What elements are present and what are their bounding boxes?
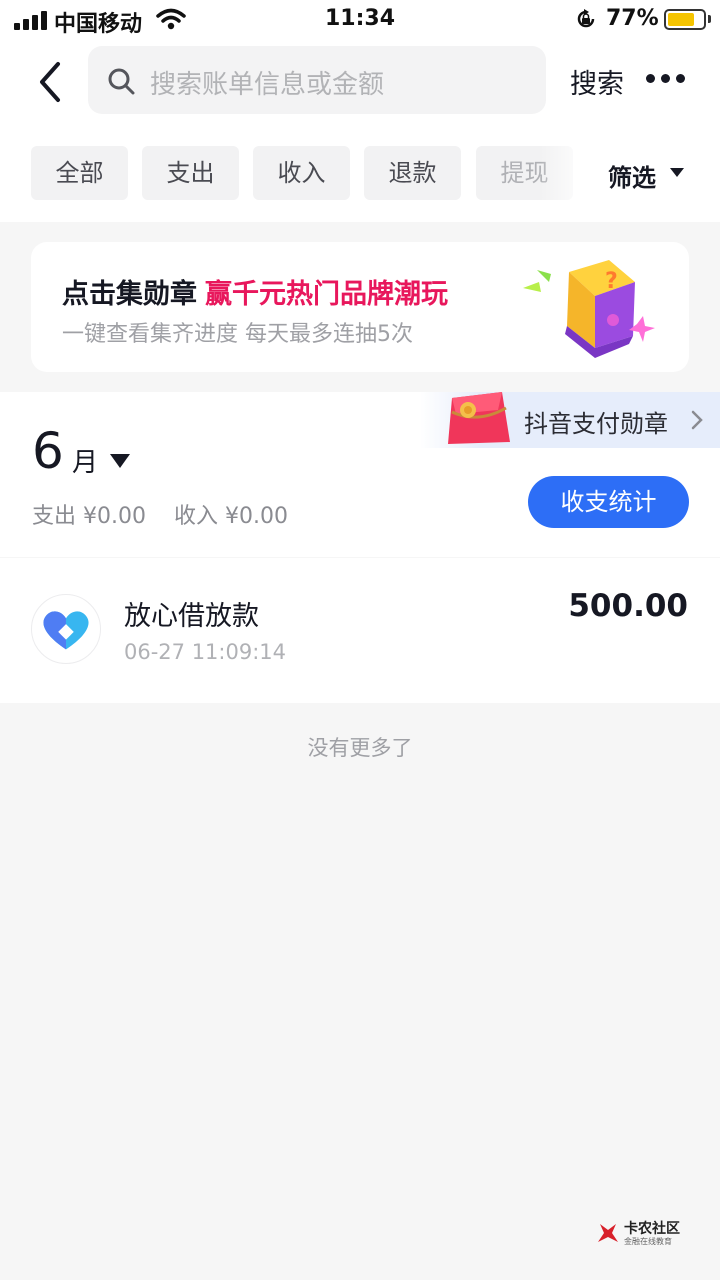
watermark-title: 卡农社区 — [624, 1221, 680, 1237]
badge-label[interactable]: 抖音支付勋章 — [524, 404, 668, 439]
promo-title-prefix: 点击集勋章 — [62, 279, 197, 310]
battery-percent: 77% — [606, 6, 659, 31]
transaction-amount: 500.00 — [568, 588, 688, 624]
caret-down-icon[interactable] — [670, 168, 684, 177]
rotation-lock-icon — [577, 9, 595, 28]
promo-subtitle: 一键查看集齐进度 每天最多连抽5次 — [62, 322, 413, 347]
promo-title-highlight: 赢千元热门品牌潮玩 — [205, 279, 448, 310]
battery-fill — [668, 13, 695, 26]
no-more-text: 没有更多了 — [307, 736, 413, 760]
battery-icon — [664, 9, 706, 30]
month-summary: 支出 ¥0.00 收入 ¥0.00 — [32, 498, 288, 530]
filter-chip-expense[interactable]: 支出 — [142, 146, 239, 200]
stats-button[interactable]: 收支统计 — [528, 476, 689, 528]
income-total: 收入 ¥0.00 — [173, 504, 288, 529]
month-dropdown-icon[interactable] — [110, 454, 130, 468]
watermark-subtitle: 金融在线教育 — [624, 1237, 672, 1246]
expense-total: 支出 ¥0.00 — [32, 504, 146, 529]
transaction-name: 放心借放款 — [124, 601, 259, 632]
back-arrow-icon[interactable] — [30, 60, 70, 104]
knong-logo-icon — [598, 1224, 618, 1242]
search-input[interactable]: 搜索账单信息或金额 — [88, 46, 546, 114]
filter-chip-income[interactable]: 收入 — [253, 146, 350, 200]
red-envelope-icon — [448, 392, 510, 444]
filter-bar: 全部 支出 收入 退款 提现 筛选 — [0, 146, 720, 200]
chevron-right-icon — [691, 410, 703, 430]
search-placeholder: 搜索账单信息或金额 — [150, 70, 385, 100]
svg-text:?: ? — [605, 269, 618, 294]
more-icon[interactable] — [646, 74, 686, 84]
promo-title: 点击集勋章 赢千元热门品牌潮玩 — [62, 272, 448, 311]
transaction-row[interactable]: 放心借放款 06-27 11:09:14 500.00 — [0, 558, 720, 703]
search-button[interactable]: 搜索 — [570, 62, 624, 101]
month-number[interactable]: 6 — [32, 422, 64, 480]
filter-chip-refund[interactable]: 退款 — [364, 146, 461, 200]
month-section: 抖音支付勋章 6 月 支出 ¥0.00 收入 ¥0.00 收支统计 — [0, 392, 720, 557]
transaction-time: 06-27 11:09:14 — [124, 640, 287, 664]
status-bar: 中国移动 11:34 77% — [0, 0, 720, 40]
chip-fade-overlay — [540, 146, 590, 200]
promo-banner[interactable]: 点击集勋章 赢千元热门品牌潮玩 一键查看集齐进度 每天最多连抽5次 ? — [31, 242, 689, 372]
month-unit[interactable]: 月 — [72, 442, 98, 479]
filter-chip-all[interactable]: 全部 — [31, 146, 128, 200]
mystery-box-icon: ? — [523, 260, 655, 358]
fangxinjie-logo-icon — [31, 594, 101, 664]
watermark: 卡农社区 金融在线教育 — [596, 1218, 686, 1248]
search-icon — [108, 68, 135, 95]
battery-cap — [708, 15, 711, 23]
filter-button[interactable]: 筛选 — [608, 158, 656, 193]
header: 搜索账单信息或金额 搜索 全部 支出 收入 退款 提现 筛选 — [0, 40, 720, 222]
